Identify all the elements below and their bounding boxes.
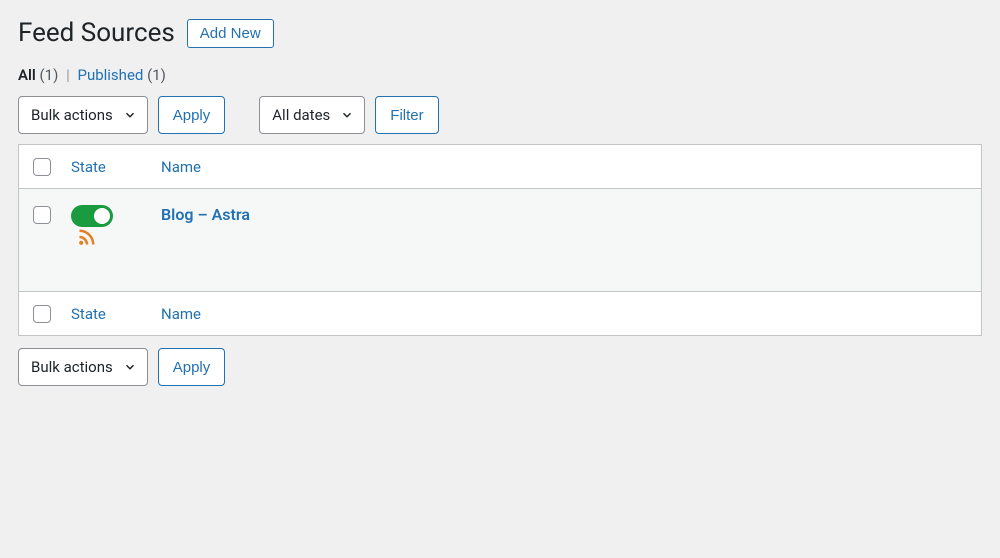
filter-button[interactable]: Filter bbox=[375, 96, 438, 134]
filter-separator: | bbox=[62, 66, 74, 84]
select-all-footer bbox=[19, 292, 62, 336]
column-state-header[interactable]: State bbox=[61, 145, 151, 189]
select-all-header bbox=[19, 145, 62, 189]
row-checkbox[interactable] bbox=[33, 206, 51, 224]
filter-all-label: All bbox=[18, 66, 36, 84]
page-title: Feed Sources bbox=[18, 18, 175, 48]
date-filter-select[interactable]: All dates bbox=[259, 96, 365, 134]
bulk-actions-select[interactable]: Bulk actions bbox=[18, 96, 148, 134]
feed-name-link[interactable]: Blog – Astra bbox=[161, 205, 250, 224]
state-toggle[interactable] bbox=[71, 205, 113, 227]
view-filter-links: All (1) | Published (1) bbox=[18, 66, 982, 84]
add-new-button[interactable]: Add New bbox=[187, 19, 274, 48]
bulk-actions-select-bottom[interactable]: Bulk actions bbox=[18, 348, 148, 386]
filter-all-count: (1) bbox=[40, 66, 59, 84]
filter-published-label: Published bbox=[77, 66, 143, 84]
chevron-down-icon bbox=[123, 108, 137, 122]
bulk-actions-selected: Bulk actions bbox=[31, 106, 113, 124]
date-filter-selected: All dates bbox=[272, 106, 330, 124]
column-state-footer[interactable]: State bbox=[61, 292, 151, 336]
column-name-footer[interactable]: Name bbox=[151, 292, 982, 336]
filter-published-count: (1) bbox=[147, 66, 166, 84]
tablenav-top: Bulk actions Apply All dates Filter bbox=[18, 96, 982, 134]
bulk-actions-selected-bottom: Bulk actions bbox=[31, 358, 113, 376]
chevron-down-icon bbox=[340, 108, 354, 122]
apply-bulk-actions-button-bottom[interactable]: Apply bbox=[158, 348, 226, 386]
tablenav-bottom: Bulk actions Apply bbox=[18, 348, 982, 386]
rss-icon bbox=[77, 227, 97, 251]
table-row: Blog – Astra bbox=[19, 189, 982, 292]
apply-bulk-actions-button[interactable]: Apply bbox=[158, 96, 226, 134]
select-all-checkbox-footer[interactable] bbox=[33, 305, 51, 323]
chevron-down-icon bbox=[123, 360, 137, 374]
filter-all-link[interactable]: All (1) bbox=[18, 66, 62, 84]
select-all-checkbox[interactable] bbox=[33, 158, 51, 176]
feed-sources-table: State Name Blog – Astra bbox=[18, 144, 982, 336]
filter-published-link[interactable]: Published (1) bbox=[77, 66, 165, 84]
column-name-header[interactable]: Name bbox=[151, 145, 982, 189]
